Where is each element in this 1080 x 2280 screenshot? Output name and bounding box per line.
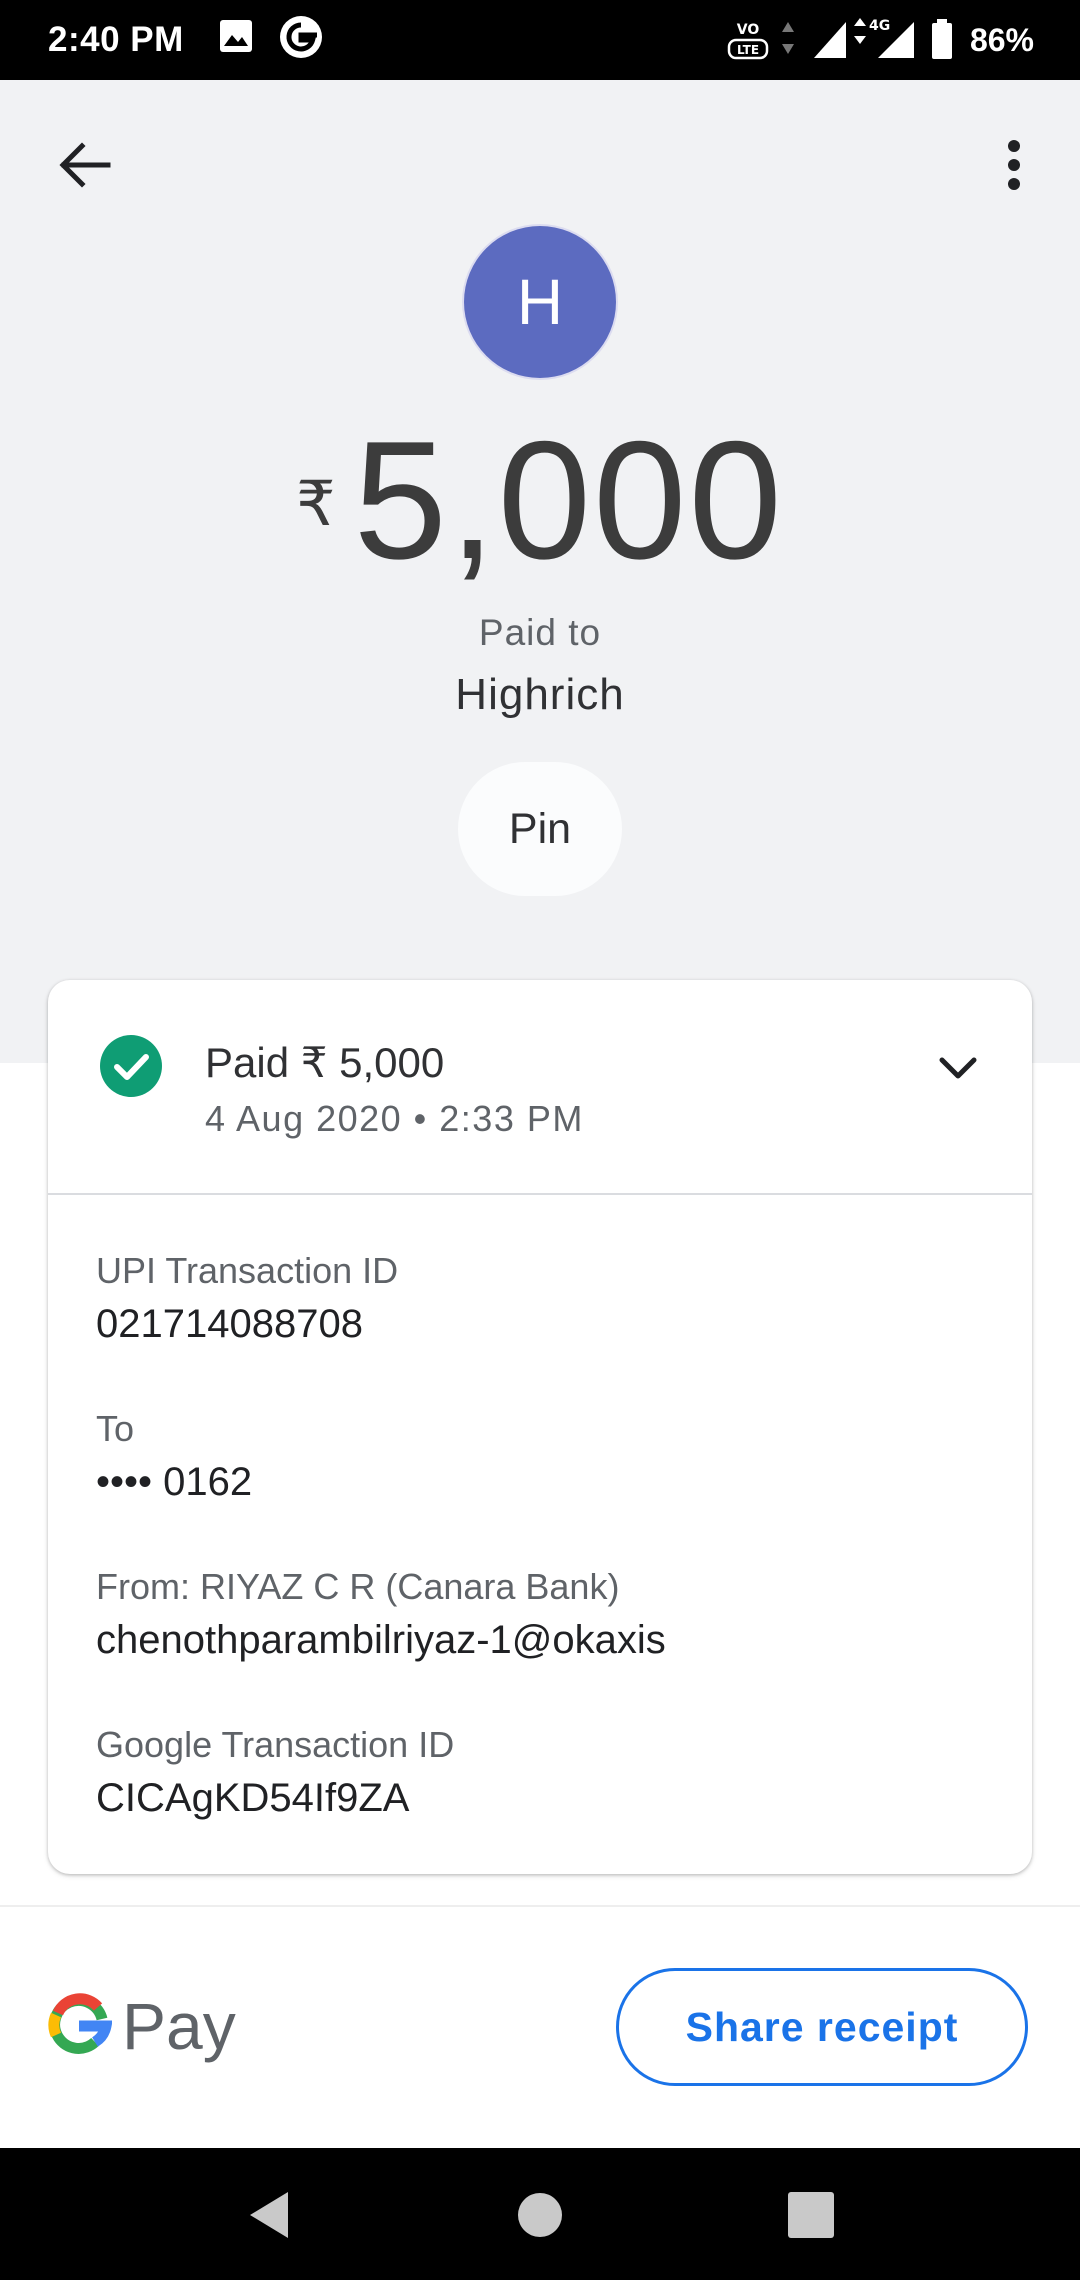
transaction-datetime: 4 Aug 2020 • 2:33 PM (205, 1098, 584, 1139)
svg-text:4G: 4G (869, 18, 890, 34)
google-transaction-id-label: Google Transaction ID (96, 1724, 455, 1765)
nav-back-icon (250, 2192, 288, 2238)
nav-home-button[interactable] (513, 2188, 567, 2242)
pin-button[interactable]: Pin (458, 762, 622, 896)
upi-transaction-id-value: 021714088708 (96, 1302, 363, 1346)
more-options-button[interactable] (990, 130, 1040, 200)
from-upi-id-value: chenothparambilriyaz-1@okaxis (96, 1618, 666, 1662)
chevron-down-icon[interactable] (928, 1038, 988, 1098)
data-arrows-icon (780, 20, 796, 61)
check-circle-icon (100, 1035, 162, 1097)
volte-icon: VO LTE (726, 16, 770, 69)
battery-percent: 86% (969, 22, 1034, 58)
svg-text:VO: VO (737, 22, 760, 38)
arrow-back-icon (59, 142, 111, 188)
nav-home-icon (518, 2193, 562, 2237)
image-icon (218, 18, 254, 59)
to-label: To (96, 1408, 135, 1449)
system-nav-bar (0, 2148, 1080, 2280)
footer-divider (0, 1905, 1080, 1907)
paid-to-label: Paid to (478, 612, 602, 653)
avatar: H (464, 226, 616, 378)
payment-amount: ₹5,000 (0, 405, 1080, 595)
google-pay-wordmark: Pay (122, 1989, 236, 2063)
transaction-summary[interactable]: Paid ₹ 5,000 4 Aug 2020 • 2:33 PM (48, 980, 1032, 1194)
currency-symbol: ₹ (296, 470, 336, 539)
to-account-value: •••• 0162 (96, 1460, 253, 1504)
card-divider (48, 1193, 1032, 1195)
signal-icon (812, 20, 848, 65)
svg-text:LTE: LTE (737, 43, 759, 57)
from-label: From: RIYAZ C R (Canara Bank) (96, 1566, 620, 1607)
transaction-card: Paid ₹ 5,000 4 Aug 2020 • 2:33 PM UPI Tr… (48, 980, 1032, 1874)
more-vert-icon (1008, 140, 1020, 190)
nav-back-button[interactable] (244, 2188, 298, 2242)
google-g-icon (278, 14, 324, 65)
battery-icon (930, 18, 954, 65)
share-receipt-button[interactable]: Share receipt (616, 1968, 1028, 2086)
amount-value: 5,000 (353, 406, 784, 594)
status-time: 2:40 PM (48, 20, 184, 59)
nav-recents-icon (788, 2192, 834, 2238)
paid-amount-text: Paid ₹ 5,000 (205, 1039, 445, 1086)
google-transaction-id-value: CICAgKD54If9ZA (96, 1776, 410, 1820)
upi-transaction-id-label: UPI Transaction ID (96, 1250, 399, 1291)
back-button[interactable] (50, 130, 120, 200)
payee-name: Highrich (455, 670, 625, 719)
nav-recents-button[interactable] (784, 2188, 838, 2242)
4g-signal-icon: 4G (852, 14, 918, 65)
status-bar: 2:40 PM VO LTE 4G 86% (0, 0, 1080, 80)
google-g-logo-icon (48, 1993, 112, 2054)
